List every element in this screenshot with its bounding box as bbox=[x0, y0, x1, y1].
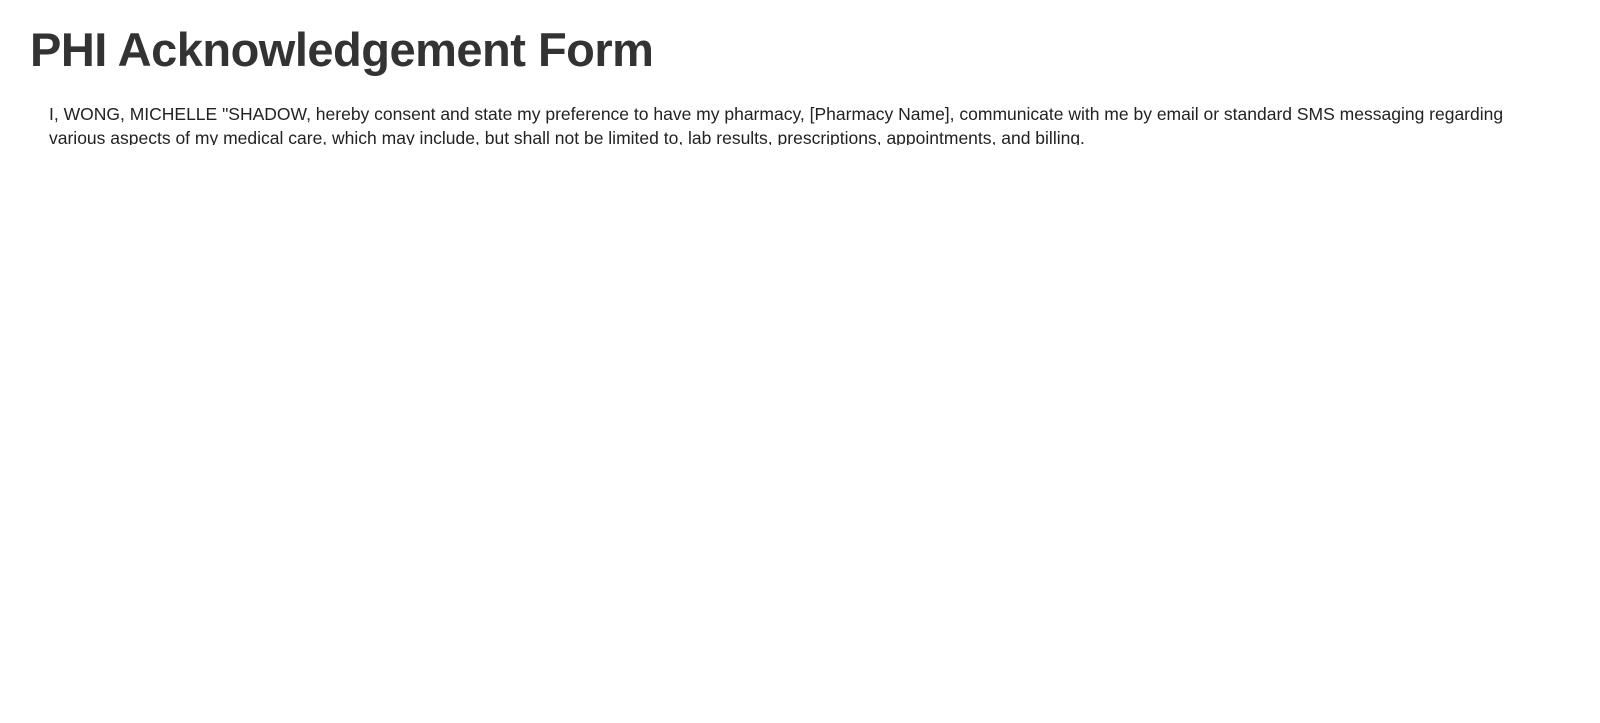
form-page: PHI Acknowledgement Form I, WONG, MICHEL… bbox=[0, 0, 1600, 723]
page-title: PHI Acknowledgement Form bbox=[30, 23, 654, 76]
consent-text-container: I, WONG, MICHELLE "SHADOW, hereby consen… bbox=[49, 102, 1549, 145]
consent-statement: I, WONG, MICHELLE "SHADOW, hereby consen… bbox=[49, 104, 1504, 145]
